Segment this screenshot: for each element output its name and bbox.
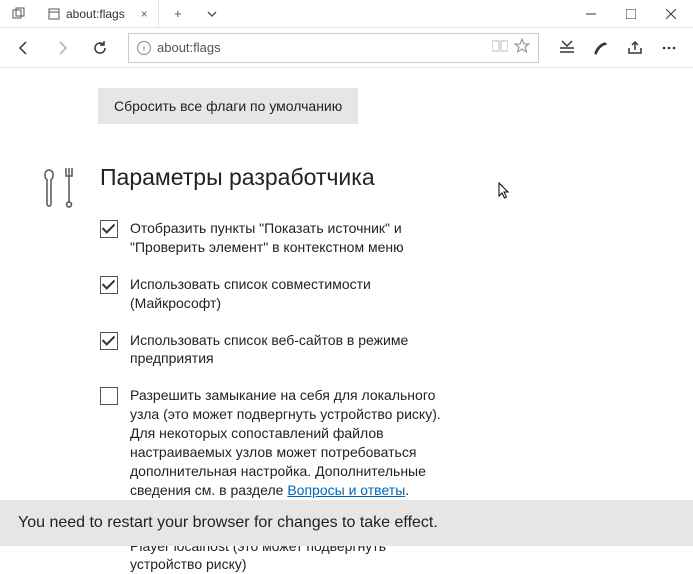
flag-label: Отобразить пункты "Показать источник" и … [130, 219, 460, 257]
info-icon[interactable]: i [137, 41, 151, 55]
flag-label: Использовать список совместимости (Майкр… [130, 275, 460, 313]
url-text: about:flags [157, 40, 486, 55]
flag-label: Использовать список веб-сайтов в режиме … [130, 331, 460, 369]
page-content: Сбросить все флаги по умолчанию Параметр… [0, 68, 693, 574]
navigation-bar: i about:flags [0, 28, 693, 68]
restart-message: You need to restart your browser for cha… [18, 514, 438, 531]
maximize-button[interactable] [611, 2, 651, 26]
tab-chevron-icon[interactable] [197, 0, 227, 28]
flag-item: Разрешить замыкание на себя для локально… [100, 386, 460, 499]
toolbar-right [551, 32, 685, 64]
checkbox[interactable] [100, 220, 118, 238]
flag-item: Использовать список веб-сайтов в режиме … [100, 331, 460, 369]
notes-icon[interactable] [585, 32, 617, 64]
refresh-button[interactable] [84, 32, 116, 64]
flag-item: Использовать список совместимости (Майкр… [100, 275, 460, 313]
address-bar[interactable]: i about:flags [128, 33, 539, 63]
checkbox[interactable] [100, 276, 118, 294]
minimize-button[interactable] [571, 2, 611, 26]
page-icon [48, 8, 60, 20]
share-icon[interactable] [619, 32, 651, 64]
back-button[interactable] [8, 32, 40, 64]
titlebar: about:flags × + [0, 0, 693, 28]
restart-notice: You need to restart your browser for cha… [0, 500, 693, 546]
browser-tab[interactable]: about:flags × [38, 0, 159, 28]
forward-button[interactable] [46, 32, 78, 64]
tab-switcher-icon[interactable] [4, 0, 34, 28]
new-tab-button[interactable]: + [163, 0, 193, 28]
close-window-button[interactable] [651, 2, 691, 26]
reset-flags-button[interactable]: Сбросить все флаги по умолчанию [98, 88, 358, 124]
favorites-icon[interactable] [514, 38, 530, 57]
titlebar-left: about:flags × + [4, 0, 227, 28]
section-title: Параметры разработчика [100, 164, 460, 191]
close-tab-icon[interactable]: × [141, 7, 148, 21]
window-controls [571, 2, 693, 26]
faq-link[interactable]: Вопросы и ответы [287, 482, 405, 498]
tab-title: about:flags [66, 7, 125, 21]
flag-label: Разрешить замыкание на себя для локально… [130, 386, 460, 499]
checkbox[interactable] [100, 387, 118, 405]
more-icon[interactable] [653, 32, 685, 64]
hub-icon[interactable] [551, 32, 583, 64]
checkbox[interactable] [100, 332, 118, 350]
flag-item: Отобразить пункты "Показать источник" и … [100, 219, 460, 257]
reading-view-icon[interactable] [492, 39, 508, 56]
